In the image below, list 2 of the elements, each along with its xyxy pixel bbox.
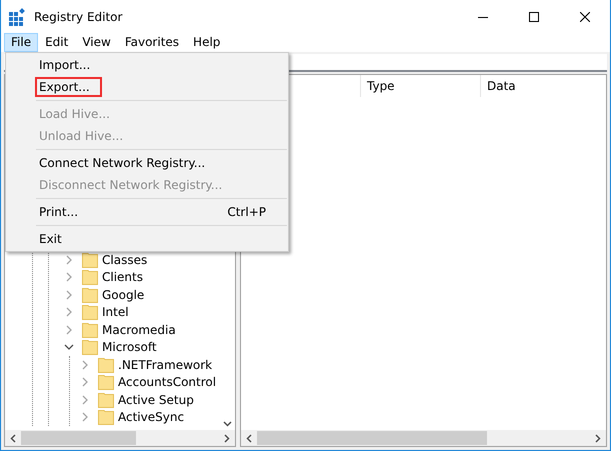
window-title: Registry Editor (34, 10, 122, 24)
shortcut-label: Ctrl+P (227, 205, 266, 219)
